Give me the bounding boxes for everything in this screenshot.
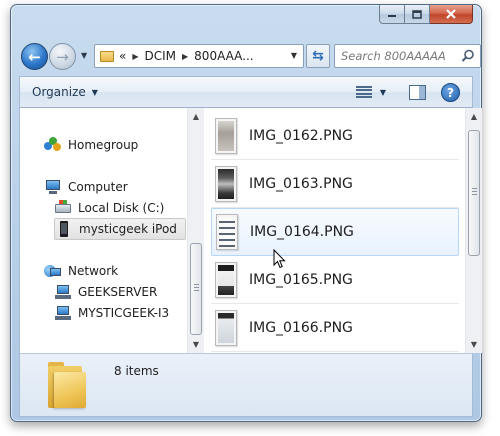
help-button[interactable]: ? <box>441 83 460 102</box>
explorer-window: ← → ▼ « ▶ DCIM ▶ 800AAA... ▼ ⇆ Organ <box>10 4 482 422</box>
scrollbar-thumb[interactable] <box>190 243 202 335</box>
change-view-button[interactable]: ▼ <box>355 86 386 98</box>
navigation-pane-scrollbar[interactable]: ▲ ▼ <box>187 108 204 353</box>
image-thumbnail <box>215 309 237 346</box>
scroll-up-arrow-icon[interactable]: ▲ <box>466 108 482 125</box>
nav-item-label: MYSTICGEEK-I3 <box>78 306 170 320</box>
recent-pages-dropdown[interactable]: ▼ <box>81 51 87 60</box>
navigation-pane: Homegroup Computer Local Disk (C:) mysti… <box>20 108 196 353</box>
search-box[interactable] <box>334 44 481 68</box>
maximize-button[interactable] <box>405 5 430 24</box>
refresh-button[interactable]: ⇆ <box>306 44 330 68</box>
folder-icon <box>100 50 114 62</box>
file-name: IMG_0165.PNG <box>249 271 353 288</box>
folder-icon <box>48 360 86 408</box>
item-count: 8 items <box>114 364 159 378</box>
navigation-bar: ← → ▼ « ▶ DCIM ▶ 800AAA... ▼ ⇆ <box>19 41 481 71</box>
image-thumbnail <box>215 165 237 202</box>
scroll-down-arrow-icon[interactable]: ▼ <box>188 336 204 353</box>
details-pane: 8 items <box>19 353 473 417</box>
close-icon <box>446 9 456 19</box>
forward-button[interactable]: → <box>49 43 76 70</box>
file-name: IMG_0163.PNG <box>249 175 353 192</box>
minimize-icon <box>388 15 396 17</box>
nav-item-computer[interactable]: Computer <box>44 176 196 198</box>
file-item[interactable]: IMG_0166.PNG <box>211 304 459 352</box>
nav-item-label: Homegroup <box>68 138 139 152</box>
forward-arrow-icon: → <box>56 47 69 66</box>
chevron-down-icon: ▼ <box>91 87 98 97</box>
preview-pane-button[interactable] <box>409 85 426 100</box>
homegroup-icon <box>44 137 62 153</box>
nav-item-geekserver[interactable]: GEEKSERVER <box>54 281 196 303</box>
maximize-icon <box>412 9 422 19</box>
file-name: IMG_0162.PNG <box>249 127 353 144</box>
scroll-down-arrow-icon[interactable]: ▼ <box>466 336 482 353</box>
organize-button[interactable]: Organize ▼ <box>32 85 98 99</box>
breadcrumb-dcim[interactable]: DCIM <box>145 49 177 63</box>
file-item[interactable]: IMG_0165.PNG <box>211 256 459 304</box>
address-dropdown[interactable]: ▼ <box>291 51 297 60</box>
organize-label: Organize <box>32 85 86 99</box>
search-input[interactable] <box>341 49 457 63</box>
address-overflow[interactable]: « <box>119 49 126 63</box>
views-icon <box>355 86 372 98</box>
nav-item-label: Computer <box>68 180 128 194</box>
file-list-scrollbar[interactable]: ▲ ▼ <box>465 108 482 353</box>
chevron-down-icon: ▼ <box>379 87 386 97</box>
file-item[interactable]: IMG_0164.PNG <box>211 208 459 256</box>
nav-item-ipod[interactable]: mysticgeek iPod <box>54 218 186 240</box>
nav-item-label: Network <box>68 264 119 278</box>
command-bar: Organize ▼ ▼ ? <box>19 76 473 108</box>
minimize-button[interactable] <box>379 5 405 24</box>
computer-icon <box>44 179 62 195</box>
search-icon[interactable] <box>461 49 475 63</box>
content-area: Homegroup Computer Local Disk (C:) mysti… <box>19 108 482 353</box>
nav-item-label: mysticgeek iPod <box>79 222 177 236</box>
nav-item-network[interactable]: Network <box>44 260 196 282</box>
back-button[interactable]: ← <box>21 43 48 70</box>
scrollbar-thumb[interactable] <box>468 130 480 256</box>
ipod-icon <box>55 221 73 237</box>
image-thumbnail <box>215 117 237 154</box>
back-arrow-icon: ← <box>28 47 41 66</box>
nav-item-label: Local Disk (C:) <box>78 201 165 215</box>
image-thumbnail <box>216 214 238 250</box>
file-name: IMG_0164.PNG <box>250 224 354 240</box>
caption-buttons <box>379 5 473 24</box>
file-name: IMG_0166.PNG <box>249 319 353 336</box>
nav-item-homegroup[interactable]: Homegroup <box>44 134 196 156</box>
image-thumbnail <box>215 261 237 298</box>
nav-item-local-disk[interactable]: Local Disk (C:) <box>54 197 196 219</box>
nav-item-label: GEEKSERVER <box>78 285 158 299</box>
network-computer-icon <box>54 284 72 300</box>
scroll-up-arrow-icon[interactable]: ▲ <box>188 108 204 125</box>
network-computer-icon <box>54 305 72 321</box>
close-button[interactable] <box>430 5 473 24</box>
network-icon <box>44 263 62 279</box>
disk-icon <box>54 200 72 216</box>
refresh-icon: ⇆ <box>312 48 324 64</box>
file-item[interactable]: IMG_0162.PNG <box>211 112 459 160</box>
file-item[interactable]: IMG_0163.PNG <box>211 160 459 208</box>
nav-item-mysticgeek-i3[interactable]: MYSTICGEEK-I3 <box>54 302 196 324</box>
breadcrumb-800aaa[interactable]: 800AAA... <box>194 49 253 63</box>
file-list: IMG_0162.PNG IMG_0163.PNG IMG_0164.PNG I… <box>205 108 467 353</box>
address-bar[interactable]: « ▶ DCIM ▶ 800AAA... ▼ <box>94 44 304 68</box>
